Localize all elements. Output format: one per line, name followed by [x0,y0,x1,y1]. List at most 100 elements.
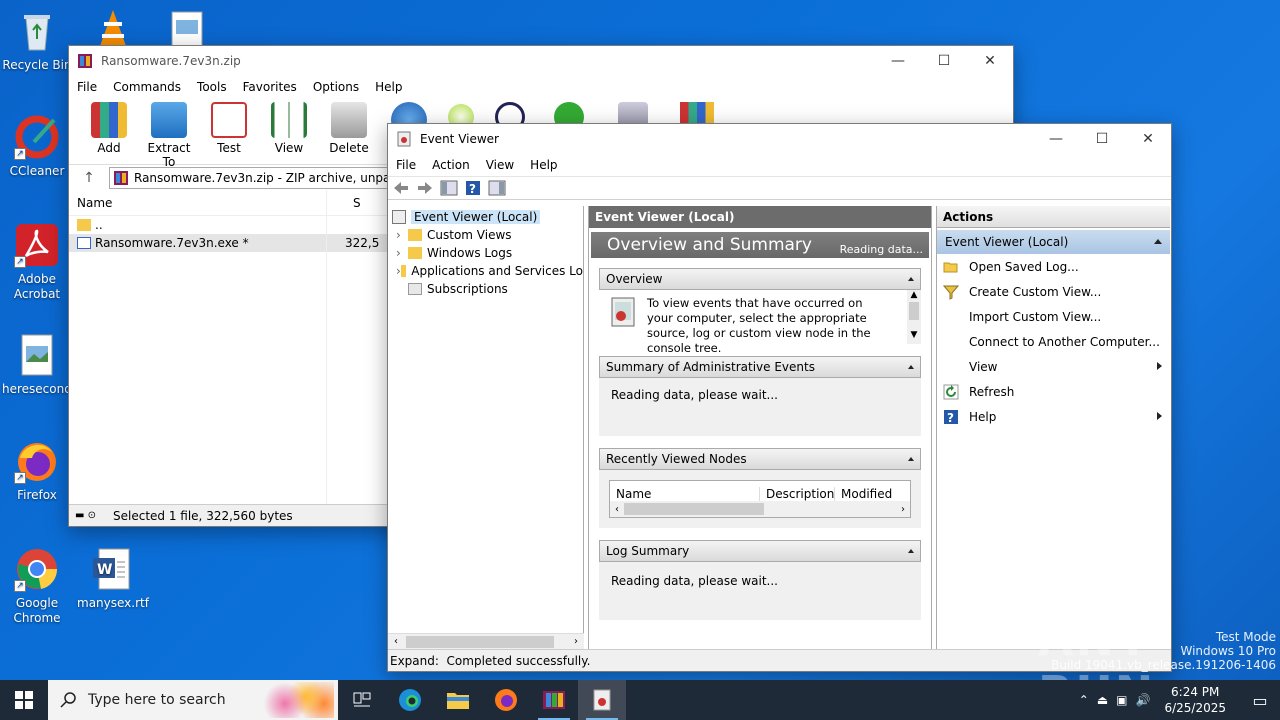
menu-help[interactable]: Help [522,158,565,172]
minimize-button[interactable]: — [1033,124,1079,154]
collapse-icon[interactable] [908,277,914,281]
image-file-icon[interactable] [170,10,204,48]
menu-view[interactable]: View [478,158,522,172]
actions-pane: Actions Event Viewer (Local) Open Saved … [936,206,1170,649]
desktop-icon-google-chrome[interactable]: ↗ Google Chrome [2,546,72,626]
start-button[interactable] [0,680,48,720]
help-icon[interactable]: ? [464,180,482,196]
chevron-right-icon[interactable]: › [396,246,408,260]
action-create-custom-view[interactable]: Create Custom View... [937,279,1170,304]
menu-help[interactable]: Help [367,80,410,94]
scroll-right-icon[interactable]: › [896,504,910,515]
action-refresh[interactable]: Refresh [937,379,1170,404]
scrollbar-thumb[interactable] [406,635,554,648]
up-arrow-icon[interactable]: ↑ [69,170,109,186]
menu-options[interactable]: Options [305,80,367,94]
extract-to-button[interactable]: Extract To [141,98,197,169]
action-label: Import Custom View... [969,309,1102,324]
show-hide-tree-icon[interactable] [440,180,458,196]
desktop-icon-firefox[interactable]: ↗ Firefox [2,438,72,503]
action-connect-another-computer[interactable]: Connect to Another Computer... [937,329,1170,354]
recent-nodes-scrollbar[interactable]: ‹ › [610,501,910,517]
chevron-right-icon[interactable]: › [396,228,408,242]
task-view-button[interactable] [338,680,386,720]
collapse-icon[interactable] [908,365,914,369]
back-arrow-icon[interactable] [392,180,410,196]
menu-commands[interactable]: Commands [105,80,189,94]
tree-item-applications-services[interactable]: › Applications and Services Lo [388,262,583,280]
clock[interactable]: 6:24 PM 6/25/2025 [1164,684,1226,716]
desktop-icon-recycle-bin[interactable]: Recycle Bin [2,8,72,73]
menu-tools[interactable]: Tools [189,80,235,94]
trash-icon [331,102,367,138]
log-summary-section-header[interactable]: Log Summary [599,540,921,562]
menu-file[interactable]: File [388,158,424,172]
taskbar-edge[interactable] [386,680,434,720]
notifications-icon[interactable]: ▭ [1240,691,1280,710]
action-open-saved-log[interactable]: Open Saved Log... [937,254,1170,279]
forward-arrow-icon[interactable] [416,180,434,196]
column-name[interactable]: Name [69,195,327,210]
tree-item-custom-views[interactable]: › Custom Views [388,226,583,244]
scroll-right-icon[interactable]: › [568,636,584,647]
event-viewer-window[interactable]: Event Viewer — ☐ ✕ File Action View Help… [387,123,1172,672]
taskbar-file-explorer[interactable] [434,680,482,720]
collapse-icon[interactable] [1154,239,1162,244]
column-modified[interactable]: Modified [835,487,892,501]
menu-file[interactable]: File [69,80,105,94]
maximize-button[interactable]: ☐ [921,46,967,76]
taskbar-firefox[interactable] [482,680,530,720]
list-item[interactable]: Ransomware.7ev3n.exe * 322,5 [69,234,387,252]
actions-group-header[interactable]: Event Viewer (Local) [937,230,1170,254]
collapse-icon[interactable] [908,457,914,461]
desktop-icon-adobe-acrobat[interactable]: ↗ Adobe Acrobat [2,222,72,302]
action-view[interactable]: View [937,354,1170,379]
view-button[interactable]: View [261,98,317,155]
tree-item-subscriptions[interactable]: Subscriptions [388,280,583,298]
column-description[interactable]: Description [760,487,835,501]
column-size[interactable]: S [327,196,361,210]
minimize-button[interactable]: — [875,46,921,76]
summary-section-header[interactable]: Summary of Administrative Events [599,356,921,378]
event-viewer-titlebar[interactable]: Event Viewer — ☐ ✕ [388,124,1171,154]
show-hidden-icons-icon[interactable]: ⌃ [1079,693,1089,707]
collapse-icon[interactable] [908,549,914,553]
taskbar-event-viewer[interactable] [578,680,626,720]
tree-horizontal-scrollbar[interactable]: ‹ › [388,633,584,649]
action-help[interactable]: ? Help [937,404,1170,429]
column-name[interactable]: Name [610,487,760,501]
usb-device-icon[interactable]: ⏏ [1097,693,1108,707]
delete-button[interactable]: Delete [321,98,377,155]
tree-item-event-viewer-local[interactable]: Event Viewer (Local) [388,208,583,226]
scrollbar-thumb[interactable] [624,503,764,515]
winrar-titlebar[interactable]: Ransomware.7ev3n.zip — ☐ ✕ [69,46,1013,76]
list-item[interactable]: .. [69,216,387,234]
show-hide-action-pane-icon[interactable] [488,180,506,196]
desktop-icon-label: manysex.rtf [77,596,149,610]
overview-section-header[interactable]: Overview [599,268,921,290]
scroll-left-icon[interactable]: ‹ [388,636,404,647]
vlc-icon[interactable] [96,8,130,48]
tree-item-windows-logs[interactable]: › Windows Logs [388,244,583,262]
close-button[interactable]: ✕ [1125,124,1171,154]
menu-action[interactable]: Action [424,158,478,172]
console-tree: Event Viewer (Local) › Custom Views › Wi… [388,206,584,649]
action-import-custom-view[interactable]: Import Custom View... [937,304,1170,329]
desktop-icon-heresecond[interactable]: heresecond... [2,332,83,397]
test-button[interactable]: Test [201,98,257,155]
desktop-icon-ccleaner[interactable]: ↗ CCleaner [2,114,72,179]
desktop-icon-manysex-rtf[interactable]: W manysex.rtf [77,546,149,611]
close-button[interactable]: ✕ [967,46,1013,76]
taskbar-winrar[interactable] [530,680,578,720]
folder-icon [408,247,422,259]
recent-nodes-section-header[interactable]: Recently Viewed Nodes [599,448,921,470]
desktop-icon-label: Adobe Acrobat [13,272,61,301]
menu-favorites[interactable]: Favorites [235,80,305,94]
search-box[interactable]: Type here to search [48,680,338,720]
network-icon[interactable]: ▣ [1116,693,1127,707]
overview-scrollbar[interactable]: ▲ ▼ [907,290,921,344]
volume-icon[interactable]: 🔊 [1136,693,1151,707]
maximize-button[interactable]: ☐ [1079,124,1125,154]
scroll-left-icon[interactable]: ‹ [610,504,624,515]
add-button[interactable]: Add [81,98,137,155]
